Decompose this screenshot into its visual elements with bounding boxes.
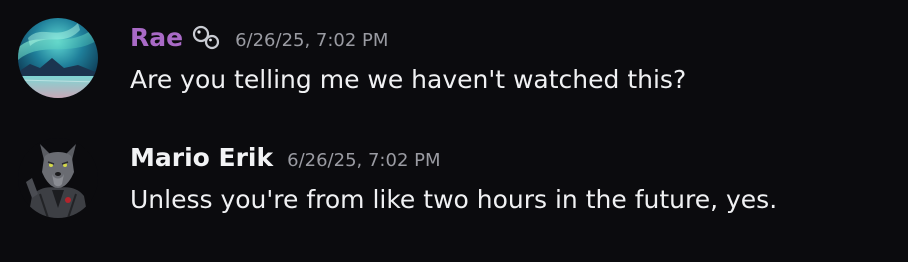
message-header: Mario Erik 6/26/25, 7:02 PM bbox=[130, 138, 908, 178]
username[interactable]: Rae bbox=[130, 18, 183, 58]
bubbles-icon[interactable] bbox=[191, 23, 221, 53]
chat-message-list: Rae 6/26/25, 7:02 PM Are you telling me … bbox=[0, 0, 908, 262]
user-avatar[interactable] bbox=[18, 18, 98, 98]
message-header: Rae 6/26/25, 7:02 PM bbox=[130, 18, 908, 58]
message-timestamp[interactable]: 6/26/25, 7:02 PM bbox=[287, 141, 440, 181]
user-avatar[interactable] bbox=[18, 138, 98, 218]
wolf-avatar-icon bbox=[18, 138, 98, 218]
message-text: Are you telling me we haven't watched th… bbox=[130, 65, 687, 94]
message-content: Mario Erik 6/26/25, 7:02 PM Unless you'r… bbox=[130, 138, 908, 218]
aurora-avatar-icon bbox=[18, 18, 98, 98]
message-timestamp[interactable]: 6/26/25, 7:02 PM bbox=[235, 21, 388, 61]
message-content: Rae 6/26/25, 7:02 PM Are you telling me … bbox=[130, 18, 908, 98]
username[interactable]: Mario Erik bbox=[130, 138, 273, 178]
message-text: Unless you're from like two hours in the… bbox=[130, 185, 778, 214]
